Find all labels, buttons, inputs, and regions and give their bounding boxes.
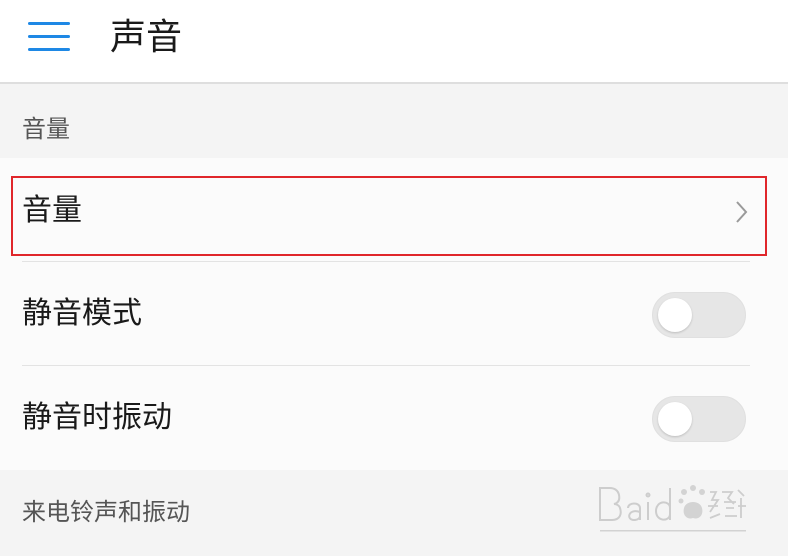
toggle-knob [658,402,692,436]
vibrate-when-silent-label: 静音时振动 [22,400,172,435]
silent-mode-label: 静音模式 [22,296,142,331]
page-title: 声音 [110,17,183,58]
app-bar: 声音 [0,0,788,84]
silent-mode-toggle[interactable] [652,292,746,338]
volume-item-label: 音量 [22,193,82,228]
volume-item[interactable]: 音量 [0,158,788,262]
volume-settings-list: 音量 静音模式 静音时振动 [0,158,788,470]
hamburger-menu-icon[interactable] [28,22,70,52]
chevron-right-icon [736,201,748,223]
silent-mode-item: 静音模式 [0,262,788,366]
highlight-box [11,176,767,256]
vibrate-when-silent-toggle[interactable] [652,396,746,442]
toggle-knob [658,298,692,332]
section-header-volume: 音量 [0,86,788,158]
section-header-ringtone-vibration: 来电铃声和振动 [0,470,788,556]
vibrate-when-silent-item: 静音时振动 [0,366,788,470]
